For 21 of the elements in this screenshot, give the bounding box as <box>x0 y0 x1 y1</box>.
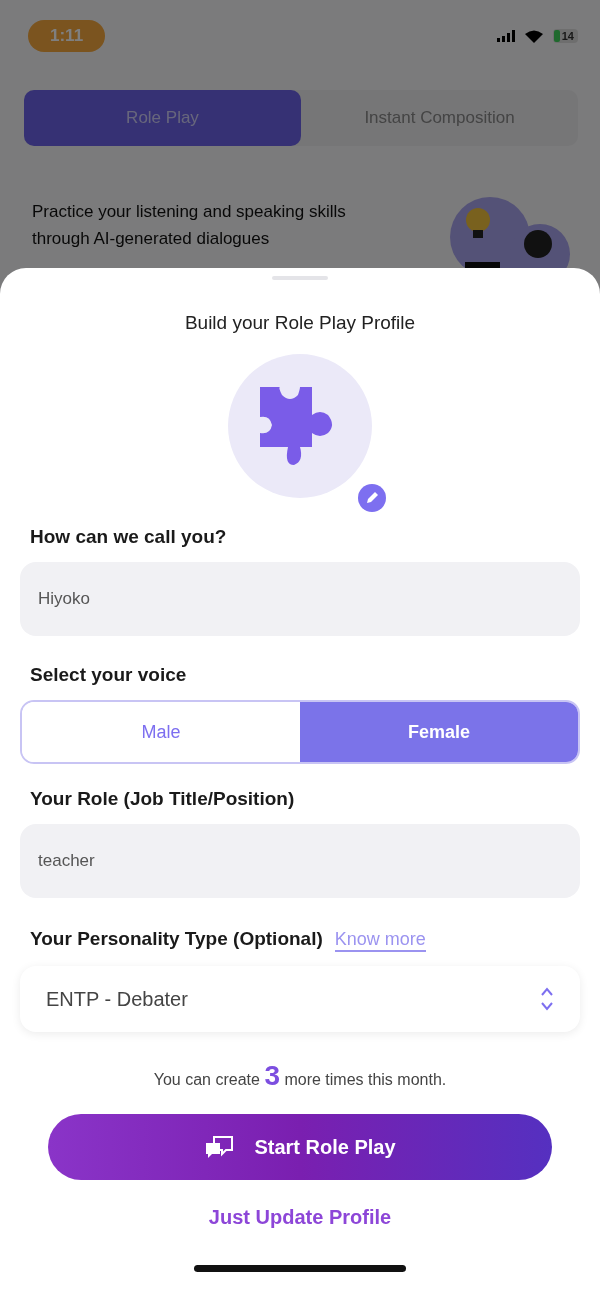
start-role-play-button[interactable]: Start Role Play <box>48 1114 552 1180</box>
personality-select[interactable]: ENTP - Debater <box>20 966 580 1032</box>
voice-option[interactable]: Female <box>300 702 578 762</box>
battery-indicator: 14 <box>552 29 578 43</box>
sheet-title: Build your Role Play Profile <box>183 312 417 334</box>
know-more-link[interactable]: Know more <box>334 929 426 952</box>
field-label: Your Role (Job Title/Position) <box>29 788 296 810</box>
quota-text: You can create 3 more times this month. <box>152 1060 448 1092</box>
wifi-icon <box>524 29 543 43</box>
description-text: Practice your listening and speaking skills through AI-generated dialogues <box>32 201 347 250</box>
signal-icon <box>496 30 515 42</box>
chevron-up-down-icon <box>540 986 554 1012</box>
status-time: 1:11 <box>28 20 106 52</box>
name-field[interactable]: Hiyoko <box>20 562 580 636</box>
field-label: Your Personality Type (Optional) <box>29 928 323 950</box>
pencil-edit-icon[interactable] <box>358 484 386 512</box>
update-profile-link[interactable]: Just Update Profile <box>208 1206 392 1229</box>
role-field[interactable]: teacher <box>20 824 580 898</box>
field-label: How can we call you? <box>29 526 228 548</box>
chat-bubbles-icon <box>204 1135 235 1159</box>
field-label: Select your voice <box>29 664 188 686</box>
